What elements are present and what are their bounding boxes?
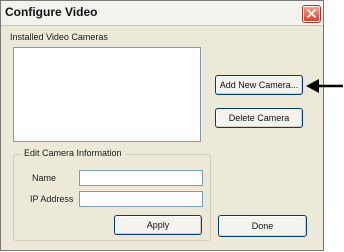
done-button[interactable]: Done — [218, 215, 307, 237]
configure-video-dialog: Configure Video Installed Video Cameras … — [0, 0, 324, 251]
name-field[interactable] — [79, 170, 203, 186]
delete-camera-button[interactable]: Delete Camera — [215, 108, 303, 128]
arrow-left-icon — [306, 79, 343, 93]
installed-cameras-label: Installed Video Cameras — [10, 32, 108, 42]
edit-camera-group-legend: Edit Camera Information — [21, 148, 125, 158]
title-bar[interactable]: Configure Video — [1, 1, 323, 26]
ip-address-label: IP Address — [30, 194, 74, 204]
close-icon — [307, 9, 316, 18]
name-label: Name — [32, 173, 57, 183]
ip-address-field[interactable] — [79, 191, 203, 207]
add-new-camera-button[interactable]: Add New Camera... — [215, 75, 303, 95]
camera-list[interactable] — [13, 47, 201, 142]
window-title: Configure Video — [5, 5, 98, 19]
apply-button[interactable]: Apply — [114, 215, 202, 235]
close-button[interactable] — [302, 5, 321, 23]
